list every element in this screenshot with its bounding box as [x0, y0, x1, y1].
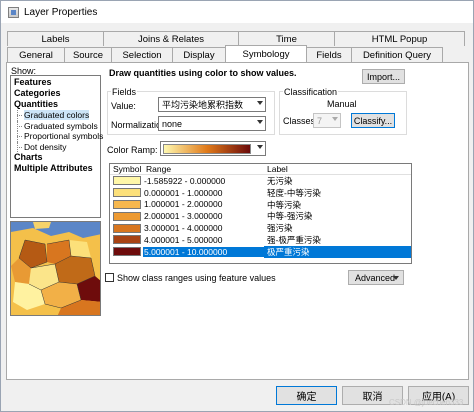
app-icon	[8, 6, 19, 18]
range-cell[interactable]: 3.000001 - 4.000000	[143, 223, 264, 233]
tab-selection[interactable]: Selection	[111, 47, 173, 62]
classify-button[interactable]: Classify...	[351, 113, 395, 128]
tab-labels[interactable]: Labels	[7, 31, 104, 46]
normalization-text: none	[162, 118, 183, 129]
tree-item-categories[interactable]: Categories	[14, 88, 97, 99]
import-button[interactable]: Import...	[362, 69, 405, 84]
map-preview-image	[10, 221, 101, 316]
tab-html-popup[interactable]: HTML Popup	[334, 31, 465, 46]
advanced-label: Advanced	[355, 272, 396, 283]
range-cell[interactable]: 1.000001 - 2.000000	[143, 199, 264, 209]
range-cell[interactable]: -1.585922 - 0.000000	[143, 176, 264, 186]
header-label[interactable]: Label	[264, 164, 288, 174]
watermark-text: CSDN @juechen333	[389, 398, 464, 407]
tree-item-proportional-symbols[interactable]: Proportional symbols	[14, 131, 103, 142]
symbol-cell[interactable]	[110, 188, 143, 198]
range-cell[interactable]: 2.000001 - 3.000000	[143, 211, 264, 221]
color-swatch[interactable]	[112, 199, 141, 209]
window-title: Layer Properties	[24, 6, 98, 18]
color-ramp-dropdown[interactable]	[160, 141, 266, 156]
tree-item-multiple-attributes[interactable]: Multiple Attributes	[14, 163, 97, 174]
range-cell[interactable]: 4.000001 - 5.000000	[143, 235, 264, 245]
tree-item-graduated-symbols[interactable]: Graduated symbols	[14, 120, 98, 132]
tree-item-quantities[interactable]: Quantities	[14, 99, 97, 110]
label-cell[interactable]: 中等-强污染	[264, 210, 411, 222]
tab-definition-query[interactable]: Definition Query	[351, 47, 443, 62]
value-label: Value:	[111, 101, 136, 111]
tab-display[interactable]: Display	[172, 47, 226, 62]
tab-general[interactable]: General	[7, 47, 65, 62]
title-bar: Layer Properties	[1, 1, 473, 23]
tab-time[interactable]: Time	[238, 31, 335, 46]
label-cell[interactable]: 极严重污染	[264, 245, 411, 258]
tab-symbology[interactable]: Symbology	[225, 45, 307, 62]
value-field-text: 平均污染地累积指数	[162, 100, 244, 110]
fields-group-label: Fields	[111, 87, 138, 97]
show-feature-values-label: Show class ranges using feature values	[117, 273, 276, 283]
color-swatch[interactable]	[112, 223, 141, 233]
label-cell[interactable]: 中等污染	[264, 199, 411, 211]
table-row[interactable]: 4.000001 - 5.000000 强-极严重污染	[110, 234, 411, 246]
color-swatch[interactable]	[112, 247, 141, 257]
tab-source[interactable]: Source	[64, 47, 112, 62]
chevron-down-icon	[257, 120, 263, 124]
symbol-cell[interactable]	[110, 223, 143, 233]
chevron-down-icon	[332, 117, 338, 121]
tree-item-charts[interactable]: Charts	[14, 152, 97, 163]
table-row[interactable]: 3.000001 - 4.000000 强污染	[110, 222, 411, 234]
label-cell[interactable]: 强-极严重污染	[264, 234, 411, 246]
symbol-cell[interactable]	[110, 247, 143, 257]
classification-method: Manual	[327, 99, 357, 109]
classes-dropdown[interactable]: 7	[313, 113, 341, 128]
layer-properties-window: Layer Properties Labels Joins & Relates …	[0, 0, 474, 412]
symbology-panel: Show: Features Categories Quantities Gra…	[6, 62, 469, 380]
header-symbol[interactable]: Symbol	[110, 164, 143, 174]
classes-count: 7	[317, 115, 323, 126]
tab-fields[interactable]: Fields	[306, 47, 352, 62]
dropdown-arrow-icon	[393, 276, 399, 280]
table-row[interactable]: 0.000001 - 1.000000 轻度-中等污染	[110, 187, 411, 199]
color-swatch[interactable]	[112, 235, 141, 245]
table-body: -1.585922 - 0.000000 无污染 0.000001 - 1.0000…	[110, 175, 411, 258]
classification-group-label: Classification	[283, 87, 339, 97]
tab-row-top: Labels Joins & Relates Time HTML Popup	[7, 31, 465, 46]
renderer-description: Draw quantities using color to show valu…	[109, 68, 297, 78]
symbol-class-table[interactable]: Symbol Range Label -1.585922 - 0.000000 无…	[109, 163, 412, 264]
normalization-dropdown[interactable]: none	[158, 116, 266, 131]
tab-joins-relates[interactable]: Joins & Relates	[103, 31, 239, 46]
chevron-down-icon	[257, 101, 263, 105]
symbol-cell[interactable]	[110, 199, 143, 209]
symbol-cell[interactable]	[110, 235, 143, 245]
advanced-button[interactable]: Advanced	[348, 270, 404, 285]
table-header: Symbol Range Label	[110, 164, 411, 175]
tree-item-graduated-colors[interactable]: Graduated colors	[14, 110, 97, 121]
table-row[interactable]: -1.585922 - 0.000000 无污染	[110, 175, 411, 187]
color-ramp-label: Color Ramp:	[107, 145, 158, 155]
value-field-dropdown[interactable]: 平均污染地累积指数	[158, 97, 266, 112]
range-cell[interactable]: 5.000001 - 10.000000	[143, 246, 264, 257]
table-row[interactable]: 5.000001 - 10.000000 极严重污染	[110, 245, 411, 258]
label-cell[interactable]: 轻度-中等污染	[264, 187, 411, 199]
renderer-tree: Features Categories Quantities Graduated…	[10, 75, 103, 218]
table-row[interactable]: 2.000001 - 3.000000 中等-强污染	[110, 210, 411, 222]
chevron-down-icon	[257, 145, 263, 149]
color-swatch[interactable]	[112, 176, 141, 186]
color-ramp-swatch	[163, 143, 251, 154]
table-row[interactable]: 1.000001 - 2.000000 中等污染	[110, 199, 411, 211]
label-cell[interactable]: 强污染	[264, 222, 411, 234]
symbol-cell[interactable]	[110, 176, 143, 186]
tab-row-bottom: General Source Selection Display Symbolo…	[7, 45, 443, 62]
tree-item-dot-density[interactable]: Dot density	[14, 141, 97, 153]
color-swatch[interactable]	[112, 188, 141, 198]
symbol-cell[interactable]	[110, 211, 143, 221]
color-swatch[interactable]	[112, 211, 141, 221]
tree-item-features[interactable]: Features	[14, 77, 97, 88]
header-range[interactable]: Range	[143, 164, 264, 174]
range-cell[interactable]: 0.000001 - 1.000000	[143, 188, 264, 198]
label-cell[interactable]: 无污染	[264, 175, 411, 187]
ok-button[interactable]: 确定	[276, 386, 337, 405]
show-feature-values-checkbox[interactable]	[105, 273, 114, 282]
